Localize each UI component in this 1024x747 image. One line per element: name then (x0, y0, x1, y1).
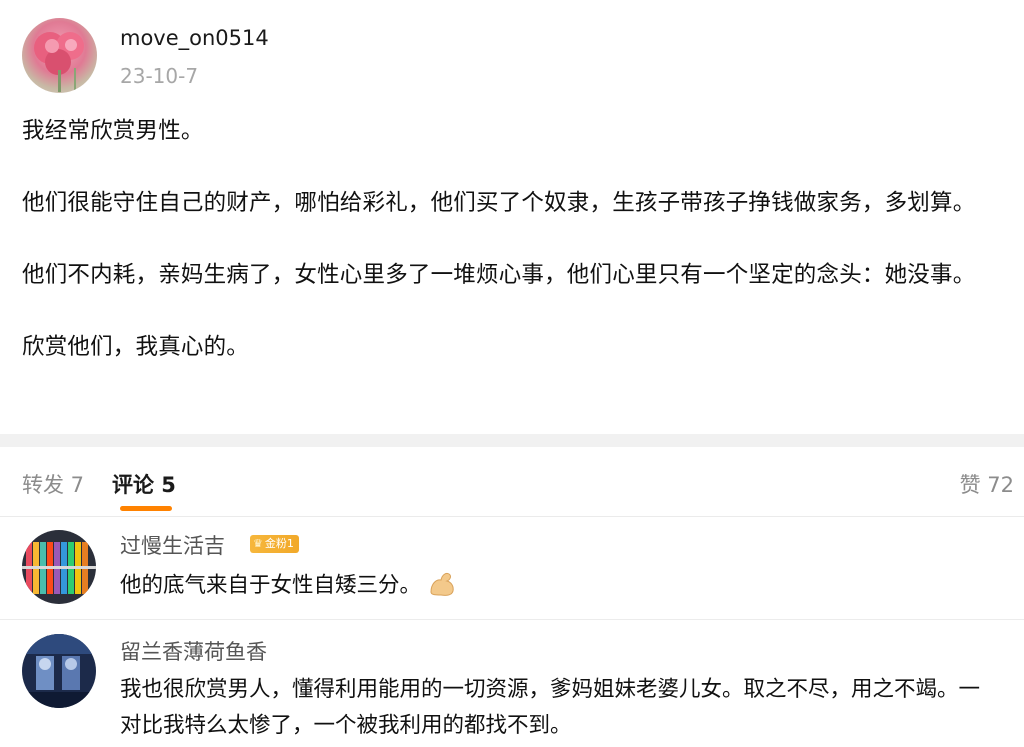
crown-icon: ♛ (253, 537, 263, 550)
post-date: 23-10-7 (120, 64, 199, 88)
post-body: 我经常欣赏男性。 他们很能守住自己的财产，哪怕给彩礼，他们买了个奴隶，生孩子带孩… (22, 112, 1007, 366)
fan-badge: ♛ 金粉1 (250, 535, 299, 553)
interaction-tabs: 转发 7 评论 5 赞 72 (0, 447, 1024, 517)
post-header: move_on0514 23-10-7 (22, 18, 1002, 98)
post-paragraph: 他们不内耗，亲妈生病了，女性心里多了一堆烦心事，他们心里只有一个坚定的念头：她没… (22, 262, 976, 288)
comment-username[interactable]: 过慢生活吉 (120, 530, 225, 560)
section-divider (0, 434, 1024, 447)
tab-comment[interactable]: 评论 5 (112, 469, 176, 499)
game-poster-icon (22, 634, 96, 708)
fan-badge-label: 金粉1 (264, 537, 294, 550)
post-paragraph: 欣赏他们，我真心的。 (22, 334, 250, 360)
comment-text: 他的底气来自于女性自矮三分。 (120, 568, 1000, 604)
avatar[interactable] (22, 634, 96, 708)
avatar[interactable] (22, 530, 96, 604)
active-tab-indicator (120, 506, 172, 511)
comment-text: 我也很欣赏男人，懂得利用能用的一切资源，爹妈姐妹老婆儿女。取之不尽，用之不竭。一… (120, 677, 981, 738)
comment-item: 过慢生活吉 ♛ 金粉1 他的底气来自于女性自矮三分。 (0, 520, 1024, 620)
post-username[interactable]: move_on0514 (120, 26, 269, 50)
peony-flower-icon (34, 32, 84, 92)
flexed-biceps-icon (430, 572, 454, 596)
comment-username[interactable]: 留兰香薄荷鱼香 (120, 636, 267, 666)
colorful-shelf-icon (22, 530, 96, 604)
post-paragraph: 他们很能守住自己的财产，哪怕给彩礼，他们买了个奴隶，生孩子带孩子挣钱做家务，多划… (22, 190, 976, 216)
tab-like[interactable]: 赞 72 (960, 469, 1014, 499)
post-paragraph: 我经常欣赏男性。 (22, 118, 204, 144)
comment-item: 留兰香薄荷鱼香 我也很欣赏男人，懂得利用能用的一切资源，爹妈姐妹老婆儿女。取之不… (0, 622, 1024, 747)
tab-repost[interactable]: 转发 7 (22, 469, 84, 499)
comment-text-body: 他的底气来自于女性自矮三分。 (120, 573, 422, 598)
avatar[interactable] (22, 18, 97, 93)
